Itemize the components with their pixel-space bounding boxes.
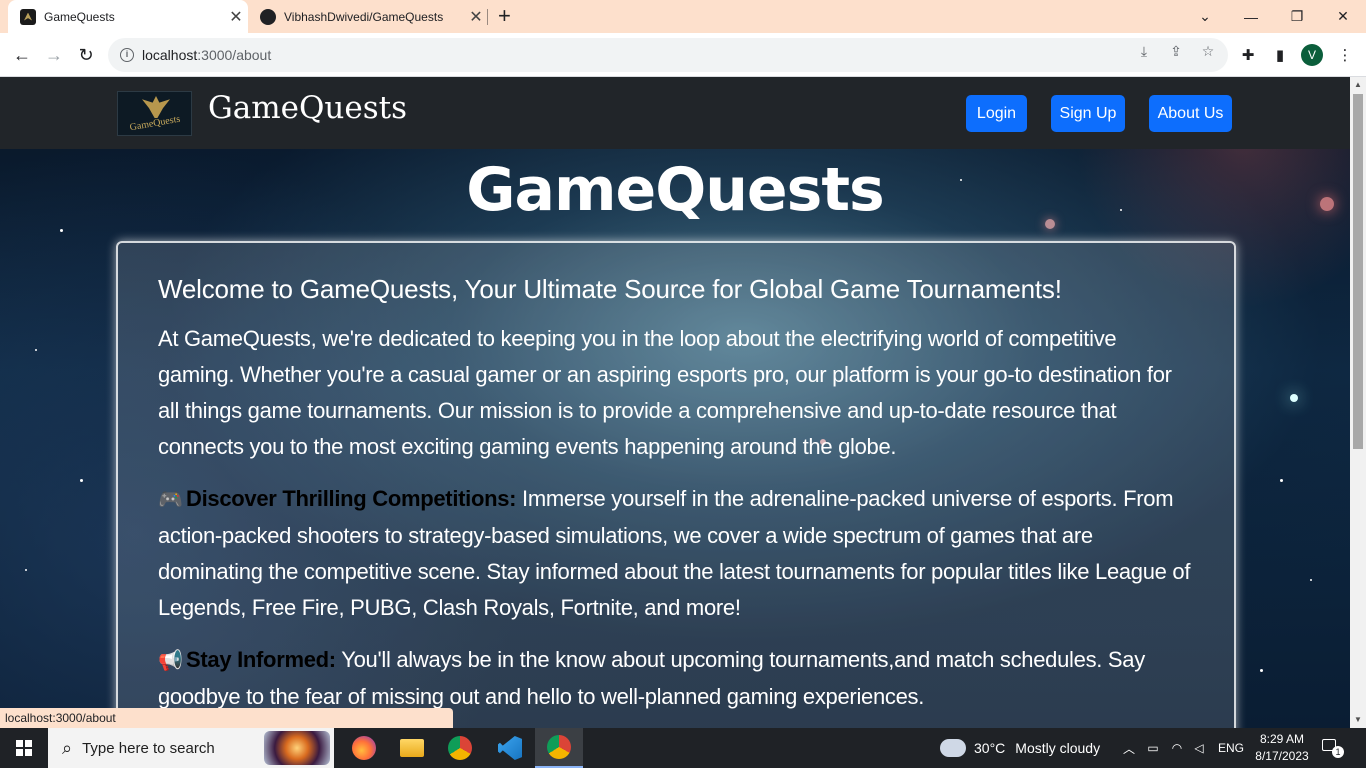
close-tab-icon[interactable]: ✕ — [224, 7, 248, 27]
game-controller-icon: 🎮 — [158, 489, 183, 511]
taskbar-chrome[interactable] — [436, 728, 484, 768]
about-heading: Welcome to GameQuests, Your Ultimate Sou… — [158, 274, 1062, 304]
megaphone-icon: 📢 — [158, 650, 183, 672]
about-intro: At GameQuests, we're dedicated to keepin… — [158, 326, 1172, 459]
new-tab-button[interactable]: + — [498, 5, 511, 27]
wifi-icon[interactable]: ◠ — [1168, 728, 1186, 768]
tab-gamequests[interactable]: GameQuests ✕ — [8, 0, 248, 33]
eagle-emblem-icon — [142, 96, 170, 118]
scroll-down-icon[interactable]: ▼ — [1350, 712, 1366, 728]
tab-divider — [487, 9, 488, 25]
restore-button[interactable]: ❐ — [1274, 0, 1320, 33]
search-highlight-image[interactable] — [264, 731, 330, 765]
weather-desc: Mostly cloudy — [1015, 740, 1101, 756]
gamequests-logo[interactable]: GameQuests — [117, 91, 192, 136]
weather-widget[interactable]: 30°C Mostly cloudy — [936, 728, 1101, 768]
volume-icon[interactable]: ◁ — [1190, 728, 1208, 768]
cloudy-weather-icon — [936, 733, 966, 757]
address-bar[interactable]: i localhost:3000/about — [108, 38, 1228, 72]
scrollbar-thumb[interactable] — [1353, 94, 1363, 449]
url-path: :3000/about — [197, 47, 272, 63]
back-arrow-icon[interactable]: ← — [8, 41, 36, 69]
bookmark-star-icon[interactable]: ☆ — [1199, 42, 1217, 60]
section-lead: Stay Informed: — [186, 647, 336, 672]
start-button[interactable] — [0, 728, 48, 768]
firefox-icon — [352, 736, 376, 760]
extensions-puzzle-icon[interactable]: ✚ — [1238, 45, 1258, 65]
about-card: Welcome to GameQuests, Your Ultimate Sou… — [116, 241, 1236, 728]
section-lead: Discover Thrilling Competitions: — [186, 486, 517, 511]
clock-date: 8/17/2023 — [1255, 749, 1309, 763]
chrome-icon — [547, 735, 571, 759]
brand-name[interactable]: GameQuests — [208, 90, 407, 126]
forward-arrow-icon[interactable]: → — [40, 41, 68, 69]
about-section-competitions: 🎮 Discover Thrilling Competitions: Immers… — [158, 481, 1198, 626]
side-panel-icon[interactable]: ▮ — [1270, 45, 1290, 65]
taskbar-chrome-active[interactable] — [535, 728, 583, 768]
notification-badge: 1 — [1332, 746, 1344, 758]
search-icon: ⌕ — [62, 737, 73, 758]
weather-temp: 30°C — [974, 740, 1006, 756]
clock-time: 8:29 AM — [1259, 732, 1305, 746]
browser-toolbar: ← → ↻ i localhost:3000/about ⤓ ⇪ ☆ ✚ ▮ V… — [0, 33, 1366, 77]
more-menu-icon[interactable]: ⋮ — [1335, 45, 1355, 65]
tab-search-chevron-icon[interactable]: ⌄ — [1182, 0, 1228, 33]
close-tab-icon[interactable]: ✕ — [464, 7, 488, 27]
system-clock[interactable]: 8:29 AM 8/17/2023 — [1252, 731, 1312, 765]
tab-title: VibhashDwivedi/GameQuests — [284, 9, 444, 24]
taskbar-search[interactable]: ⌕ Type here to search — [48, 728, 334, 768]
about-section-informed: 📢 Stay Informed: You'll always be in the … — [158, 642, 1198, 715]
scroll-up-icon[interactable]: ▲ — [1350, 77, 1366, 93]
page-title: GameQuests — [466, 155, 884, 225]
gamequests-favicon-icon — [20, 8, 36, 25]
share-icon[interactable]: ⇪ — [1167, 42, 1185, 60]
folder-icon — [400, 739, 424, 757]
profile-avatar[interactable]: V — [1301, 44, 1323, 66]
input-language[interactable]: ENG — [1214, 728, 1248, 768]
windows-logo-icon — [16, 740, 32, 756]
tab-title: GameQuests — [44, 9, 115, 24]
tab-github[interactable]: VibhashDwivedi/GameQuests ✕ — [248, 0, 488, 33]
github-icon — [260, 8, 276, 25]
chrome-icon — [448, 736, 472, 760]
tray-overflow-chevron-icon[interactable]: ︿ — [1120, 728, 1138, 768]
page-scrollbar[interactable]: ▲ ▼ — [1350, 77, 1366, 728]
taskbar-vscode[interactable] — [486, 728, 534, 768]
windows-taskbar: ⌕ Type here to search 30°C Mostly cloudy… — [0, 728, 1366, 768]
install-app-icon[interactable]: ⤓ — [1135, 42, 1153, 60]
search-placeholder: Type here to search — [82, 739, 215, 757]
browser-tab-strip: GameQuests ✕ VibhashDwivedi/GameQuests ✕… — [0, 0, 1366, 33]
page-viewport: GameQuests GameQuests Login Sign Up Abou… — [0, 77, 1350, 728]
reload-icon[interactable]: ↻ — [72, 41, 100, 69]
login-button[interactable]: Login — [966, 95, 1027, 132]
site-navbar: GameQuests GameQuests Login Sign Up Abou… — [0, 77, 1350, 149]
sign-up-button[interactable]: Sign Up — [1051, 95, 1125, 132]
about-us-button[interactable]: About Us — [1149, 95, 1232, 132]
close-window-button[interactable]: ✕ — [1320, 0, 1366, 33]
site-info-icon[interactable]: i — [120, 48, 134, 62]
battery-icon[interactable]: ▭ — [1144, 728, 1162, 768]
vscode-icon — [498, 736, 522, 760]
minimize-button[interactable]: — — [1228, 0, 1274, 33]
link-status-bubble: localhost:3000/about — [0, 708, 453, 728]
notification-center-icon[interactable]: 1 — [1322, 738, 1344, 758]
url-host: localhost — [142, 47, 198, 63]
taskbar-file-explorer[interactable] — [388, 728, 436, 768]
taskbar-firefox[interactable] — [340, 728, 388, 768]
